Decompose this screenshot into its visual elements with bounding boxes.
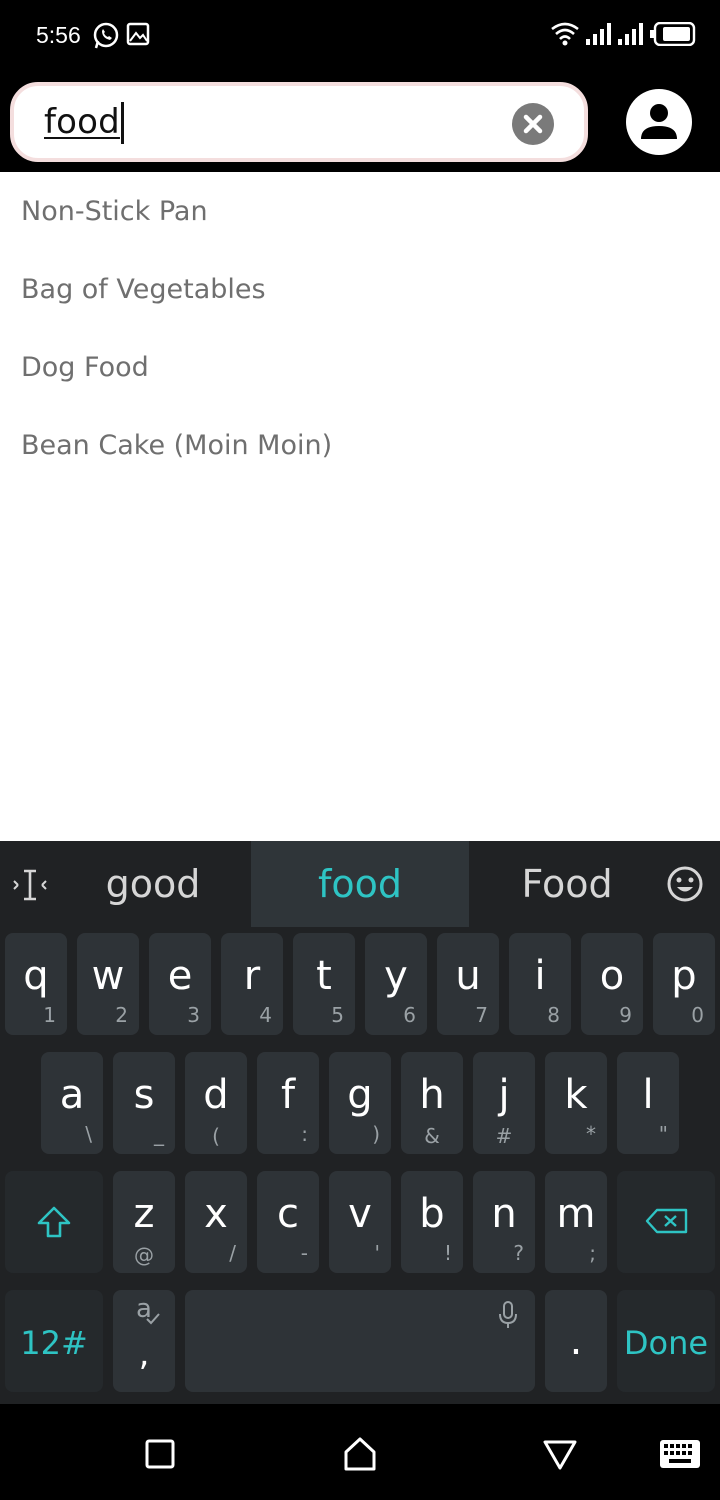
back-triangle-icon: [543, 1440, 577, 1470]
period-key[interactable]: .: [545, 1290, 607, 1392]
key-q[interactable]: q1: [5, 933, 67, 1035]
suggestion-item[interactable]: Bean Cake (Moin Moin): [0, 406, 720, 484]
key-p[interactable]: p0: [653, 933, 715, 1035]
comma-label: ,: [138, 1334, 150, 1374]
done-key[interactable]: Done: [617, 1290, 715, 1392]
key-k[interactable]: k *: [545, 1052, 607, 1154]
key-c[interactable]: c-: [257, 1171, 319, 1273]
text-cursor: [121, 102, 124, 144]
status-time: 5:56: [36, 22, 81, 48]
square-icon: [145, 1439, 175, 1469]
microphone-icon: [499, 1301, 517, 1328]
recents-button[interactable]: [140, 1434, 180, 1474]
suggestion-item[interactable]: Non-Stick Pan: [0, 172, 720, 250]
signal-icon: [618, 23, 644, 49]
home-icon: [344, 1437, 376, 1471]
key-i[interactable]: i8: [509, 933, 571, 1035]
person-circle-icon: [626, 89, 692, 155]
profile-button[interactable]: [626, 89, 692, 155]
key-u[interactable]: u7: [437, 933, 499, 1035]
suggestion-item[interactable]: Dog Food: [0, 328, 720, 406]
key-f[interactable]: f:: [257, 1052, 319, 1154]
key-t[interactable]: t5: [293, 933, 355, 1035]
suggestion-item[interactable]: Bag of Vegetables: [0, 250, 720, 328]
whatsapp-icon: [92, 22, 120, 54]
key-e[interactable]: e3: [149, 933, 211, 1035]
key-n[interactable]: n?: [473, 1171, 535, 1273]
key-a[interactable]: a \: [41, 1052, 103, 1154]
home-button[interactable]: [340, 1434, 380, 1474]
language-glyph: a: [136, 1294, 152, 1324]
key-x[interactable]: x /: [185, 1171, 247, 1273]
key-s[interactable]: s _: [113, 1052, 175, 1154]
suggestion-list: Non-Stick Pan Bag of Vegetables Dog Food…: [0, 172, 720, 841]
key-d[interactable]: d(: [185, 1052, 247, 1154]
key-j[interactable]: j #: [473, 1052, 535, 1154]
emoji-icon[interactable]: [666, 865, 704, 903]
navigation-bar: [0, 1404, 720, 1500]
battery-icon: [650, 21, 696, 50]
image-icon: [126, 22, 150, 50]
candidate-word-selected[interactable]: food: [251, 841, 469, 927]
check-icon: [146, 1313, 160, 1325]
search-header: food: [0, 72, 720, 172]
backspace-icon: [645, 1208, 688, 1234]
soft-keyboard: good food Food q1 w2 e3 r4 t5 y6 u7 i8 o…: [0, 841, 720, 1404]
text-cursor-tool-icon[interactable]: [12, 867, 48, 903]
search-box[interactable]: food: [10, 82, 588, 162]
key-r[interactable]: r4: [221, 933, 283, 1035]
shift-key[interactable]: [5, 1171, 103, 1273]
key-z[interactable]: z @: [113, 1171, 175, 1273]
key-m[interactable]: m;: [545, 1171, 607, 1273]
keyboard-icon: [660, 1440, 700, 1468]
status-indicators: [550, 20, 696, 52]
key-v[interactable]: v ': [329, 1171, 391, 1273]
backspace-key[interactable]: [617, 1171, 715, 1273]
close-icon: [523, 114, 543, 134]
search-input[interactable]: food: [44, 102, 120, 142]
key-o[interactable]: o9: [581, 933, 643, 1035]
space-key[interactable]: [185, 1290, 535, 1392]
signal-icon: [586, 23, 612, 49]
key-h[interactable]: h &: [401, 1052, 463, 1154]
symbols-key[interactable]: 12#: [5, 1290, 103, 1392]
candidate-word[interactable]: Food: [474, 841, 660, 927]
key-y[interactable]: y6: [365, 933, 427, 1035]
comma-key[interactable]: a ,: [113, 1290, 175, 1392]
candidate-word[interactable]: good: [60, 841, 246, 927]
key-g[interactable]: g): [329, 1052, 391, 1154]
key-l[interactable]: l ": [617, 1052, 679, 1154]
back-button[interactable]: [540, 1434, 580, 1474]
wifi-icon: [550, 21, 580, 51]
clear-search-button[interactable]: [512, 103, 554, 145]
keyboard-switch-button[interactable]: [658, 1434, 702, 1474]
key-b[interactable]: b!: [401, 1171, 463, 1273]
candidate-bar: good food Food: [0, 841, 720, 927]
key-w[interactable]: w2: [77, 933, 139, 1035]
shift-icon: [37, 1206, 71, 1238]
status-bar: 5:56: [0, 0, 720, 72]
